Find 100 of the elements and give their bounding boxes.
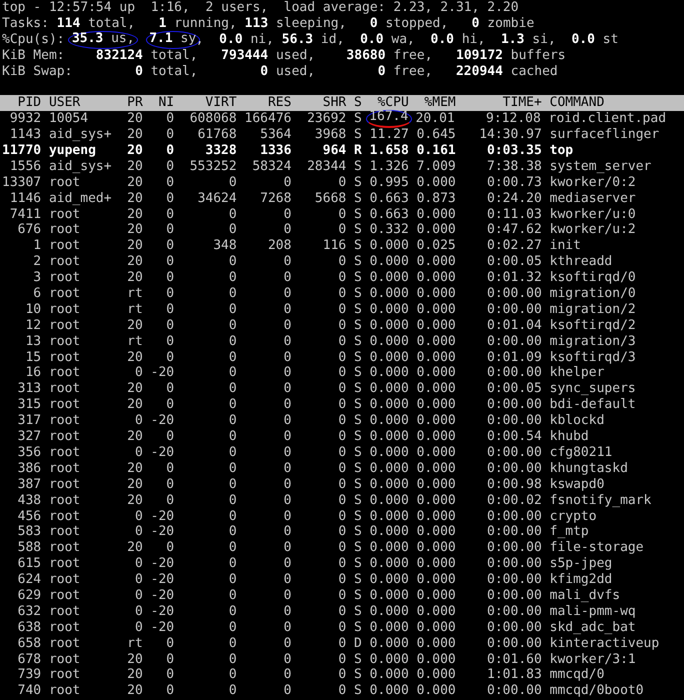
table-cell: S	[354, 302, 362, 318]
table-cell-text: 0:11.03	[486, 206, 542, 222]
table-cell-text: 0	[228, 444, 237, 461]
table-cell: 0.873	[416, 190, 456, 207]
table-cell-text: sync_supers	[550, 381, 637, 398]
table-cell: 0.663	[370, 206, 409, 222]
table-cell-text: 0	[165, 111, 174, 128]
table-cell-text: 0	[228, 508, 237, 524]
table-cell: 11.27	[370, 127, 409, 144]
table-cell-text: 327	[16, 429, 42, 445]
column-header: PR	[126, 95, 143, 112]
table-cell-text: 0	[337, 206, 346, 222]
table-cell-text: 0	[282, 381, 292, 398]
table-cell-text: bdi-default	[550, 397, 637, 414]
table-cell-text: root	[48, 572, 82, 588]
table-cell-text: fsnotify_mark	[550, 492, 652, 508]
table-cell-text: root	[48, 238, 82, 254]
table-cell: 0.000	[416, 365, 456, 382]
table-cell: 0.000	[370, 460, 409, 477]
table-cell-text: 20	[126, 667, 143, 684]
table-cell-text: 0	[165, 540, 174, 556]
table-cell-text: 0	[282, 444, 292, 461]
table-cell-text: 12	[24, 318, 42, 334]
table-cell-text: 7:38.38	[486, 158, 542, 175]
table-cell: -20	[150, 572, 174, 588]
table-cell-text: 9932	[8, 111, 42, 128]
table-cell-text: 638	[16, 620, 42, 636]
column-header: VIRT	[204, 95, 237, 112]
column-header: USER	[48, 95, 82, 112]
table-cell-text: 0	[282, 174, 292, 191]
table-cell-text: mediaserver	[550, 190, 637, 207]
table-cell-text: 0	[282, 683, 292, 700]
table-cell-text: 0	[228, 636, 237, 652]
table-cell-text: kfimg2dd	[550, 572, 614, 588]
table-cell-text: 0	[337, 350, 346, 366]
table-cell-text: 20	[126, 127, 143, 144]
table-cell-text: top	[550, 143, 574, 159]
table-cell: 0.000	[416, 572, 456, 588]
table-cell: 0.000	[370, 334, 409, 350]
table-cell-text: 0	[134, 444, 143, 461]
table-cell-text: 0	[282, 540, 292, 556]
table-cell: S	[354, 667, 362, 684]
table-cell-text: 0	[228, 572, 237, 588]
table-cell-text: 10054	[48, 111, 90, 128]
table-cell: 0.000	[370, 254, 409, 270]
table-cell-text: 0	[282, 588, 292, 604]
table-cell-text: 20	[126, 492, 143, 508]
table-cell-text: file-storage	[550, 540, 645, 556]
table-cell: 0.000	[416, 524, 456, 540]
table-cell-text: 0	[228, 222, 237, 238]
table-cell-text: kinteractiveup	[550, 636, 660, 652]
table-cell: 166476	[244, 111, 292, 128]
table-cell-text: 20	[126, 238, 143, 254]
table-cell-text: root	[48, 302, 82, 318]
table-cell: 20.01	[416, 111, 455, 128]
table-cell-text: 20	[126, 350, 143, 366]
column-header: NI	[157, 95, 174, 112]
table-cell-text: 0	[228, 206, 237, 222]
table-cell-text: 678	[16, 652, 42, 668]
table-cell: 0.000	[370, 444, 409, 461]
table-cell-text: 0:00.00	[486, 588, 542, 604]
summary-text: , 0.0 ni, 56.3 id, 0.0 wa, 0.0 hi, 1.3 si, 0.0 st	[196, 32, 618, 48]
table-cell-text: 0	[337, 476, 346, 493]
table-cell-text: 0	[165, 174, 174, 191]
table-cell-text: 0	[165, 429, 174, 445]
table-cell-text: 0	[228, 492, 237, 508]
table-cell-text: 0:01.32	[486, 270, 542, 286]
column-header: S	[354, 95, 362, 112]
table-cell-text: migration/2	[550, 302, 637, 318]
table-cell-text: ksoftirqd/3	[550, 350, 637, 366]
table-cell: 0.000	[416, 667, 456, 684]
table-cell-text: 0:24.20	[486, 190, 542, 207]
table-cell: 0.000	[416, 492, 456, 508]
table-cell-text: 0	[165, 190, 174, 207]
table-cell: 0.000	[416, 381, 456, 398]
table-cell-text: 0:00.00	[486, 444, 542, 461]
table-cell-text: 0	[282, 350, 292, 366]
table-cell-text: 0	[337, 318, 346, 334]
table-cell-text: rt	[126, 636, 143, 652]
table-cell-text: root	[48, 397, 82, 414]
table-cell-text: init	[550, 238, 582, 254]
table-cell-text: 0:00.00	[486, 524, 542, 540]
table-cell-text: 0:00.00	[486, 334, 542, 350]
table-cell-text: 16	[24, 365, 42, 382]
table-cell-text: surfaceflinger	[550, 127, 660, 144]
table-cell-text: 20	[126, 429, 143, 445]
table-cell-text: 317	[16, 413, 42, 430]
table-cell-text: 0:00.00	[486, 636, 542, 652]
table-cell-text: f_mtp	[550, 524, 590, 540]
table-cell-text: 386	[16, 460, 42, 477]
table-cell-text: 0	[282, 476, 292, 493]
table-cell-text: root	[48, 174, 82, 191]
table-cell-text: 0	[282, 254, 292, 270]
table-cell: -20	[150, 604, 174, 620]
table-cell-text: 0	[165, 270, 174, 286]
table-cell-text: 0	[134, 620, 143, 636]
table-cell: 0.000	[370, 350, 409, 366]
table-cell-text: 0	[165, 397, 174, 414]
table-cell-text: root	[48, 254, 82, 270]
table-cell-text: 20	[126, 652, 143, 668]
